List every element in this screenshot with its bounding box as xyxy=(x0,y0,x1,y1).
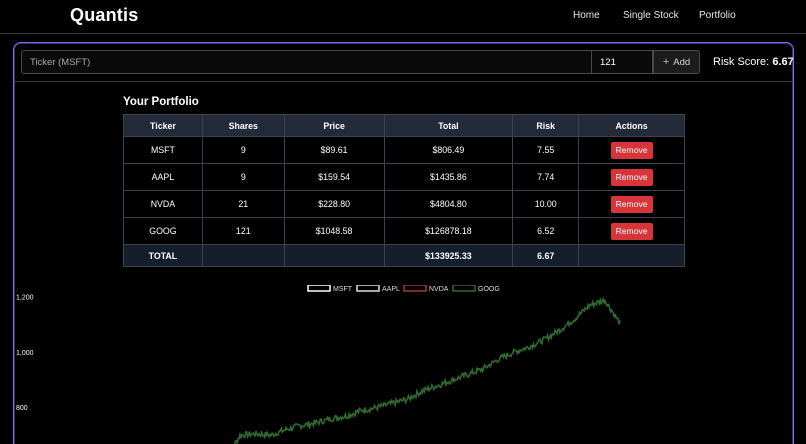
column-header: Total xyxy=(383,114,514,137)
nav-home[interactable]: Home xyxy=(573,10,600,21)
nav-single-stock[interactable]: Single Stock xyxy=(623,10,679,21)
ticker-input[interactable] xyxy=(21,50,592,74)
legend-swatch xyxy=(452,285,476,292)
risk-cell: 10.00 xyxy=(512,190,580,218)
remove-button[interactable]: Remove xyxy=(610,195,653,213)
total-cell: $806.49 xyxy=(383,136,514,164)
shares-cell: 121 xyxy=(201,217,285,245)
top-navbar: Quantis Home Single Stock Portfolio xyxy=(0,0,806,34)
legend-swatch xyxy=(403,285,427,292)
total-cell: $4804.80 xyxy=(383,190,514,218)
risk-cell: 7.55 xyxy=(512,136,580,164)
shares-cell: 9 xyxy=(201,136,285,164)
add-stock-toolbar: + Add Risk Score: 6.67 xyxy=(14,43,793,82)
column-header: Shares xyxy=(201,114,285,137)
actions-cell: Remove xyxy=(578,136,685,164)
shares-cell: 21 xyxy=(201,190,285,218)
legend-swatch xyxy=(356,285,380,292)
series-line-goog xyxy=(233,296,621,444)
empty-cell xyxy=(283,244,385,267)
column-header: Risk xyxy=(512,114,580,137)
ticker-cell: GOOG xyxy=(123,217,203,245)
portfolio-table: Ticker Shares Price Total Risk Actions M… xyxy=(123,114,685,267)
nav-portfolio[interactable]: Portfolio xyxy=(699,10,736,21)
column-header: Price xyxy=(283,114,385,137)
actions-cell: Remove xyxy=(578,190,685,218)
empty-cell xyxy=(201,244,285,267)
plus-icon: + xyxy=(662,55,670,68)
price-cell: $1048.58 xyxy=(283,217,385,245)
price-cell: $159.54 xyxy=(283,163,385,191)
remove-button[interactable]: Remove xyxy=(610,168,653,186)
total-label: TOTAL xyxy=(123,244,203,267)
table-row: MSFT 9 $89.61 $806.49 7.55 Remove xyxy=(123,136,685,164)
risk-score-label: Risk Score: xyxy=(713,56,770,68)
legend-label: AAPL xyxy=(382,286,400,293)
actions-cell: Remove xyxy=(578,217,685,245)
ticker-cell: MSFT xyxy=(123,136,203,164)
y-tick-label: 1,200 xyxy=(16,295,34,302)
y-tick-label: 800 xyxy=(16,405,28,412)
legend-label: MSFT xyxy=(333,286,353,293)
table-row: GOOG 121 $1048.58 $126878.18 6.52 Remove xyxy=(123,217,685,245)
legend-label: NVDA xyxy=(429,286,449,293)
shares-input[interactable] xyxy=(591,50,653,74)
total-row: TOTAL $133925.33 6.67 xyxy=(123,244,685,267)
shares-cell: 9 xyxy=(201,163,285,191)
risk-cell: 6.52 xyxy=(512,217,580,245)
table-row: AAPL 9 $159.54 $1435.86 7.74 Remove xyxy=(123,163,685,191)
table-row: NVDA 21 $228.80 $4804.80 10.00 Remove xyxy=(123,190,685,218)
add-button-label: Add xyxy=(673,56,691,68)
legend-label: GOOG xyxy=(478,286,500,293)
price-chart-svg: MSFT AAPL NVDA GOOG 1,200 1,000 800 xyxy=(16,285,621,444)
ticker-cell: NVDA xyxy=(123,190,203,218)
risk-score-value: 6.67 xyxy=(772,56,794,68)
remove-button[interactable]: Remove xyxy=(610,222,653,240)
remove-button[interactable]: Remove xyxy=(610,141,653,159)
y-tick-label: 1,000 xyxy=(16,350,34,357)
price-cell: $89.61 xyxy=(283,136,385,164)
risk-cell: 7.74 xyxy=(512,163,580,191)
ticker-cell: AAPL xyxy=(123,163,203,191)
grand-total-value: $133925.33 xyxy=(383,244,514,267)
brand-logo[interactable]: Quantis xyxy=(70,5,138,26)
column-header: Actions xyxy=(578,114,685,137)
actions-cell: Remove xyxy=(578,163,685,191)
legend-swatch xyxy=(307,285,331,292)
price-chart: MSFT AAPL NVDA GOOG 1,200 1,000 800 xyxy=(0,285,806,444)
column-header: Ticker xyxy=(123,114,203,137)
portfolio-title: Your Portfolio xyxy=(123,96,199,108)
table-header-row: Ticker Shares Price Total Risk Actions xyxy=(123,114,685,137)
total-risk-value: 6.67 xyxy=(512,244,580,267)
empty-cell xyxy=(578,244,685,267)
risk-score: Risk Score: 6.67 xyxy=(713,56,794,68)
add-button[interactable]: + Add xyxy=(653,50,700,74)
total-cell: $126878.18 xyxy=(383,217,514,245)
total-cell: $1435.86 xyxy=(383,163,514,191)
price-cell: $228.80 xyxy=(283,190,385,218)
